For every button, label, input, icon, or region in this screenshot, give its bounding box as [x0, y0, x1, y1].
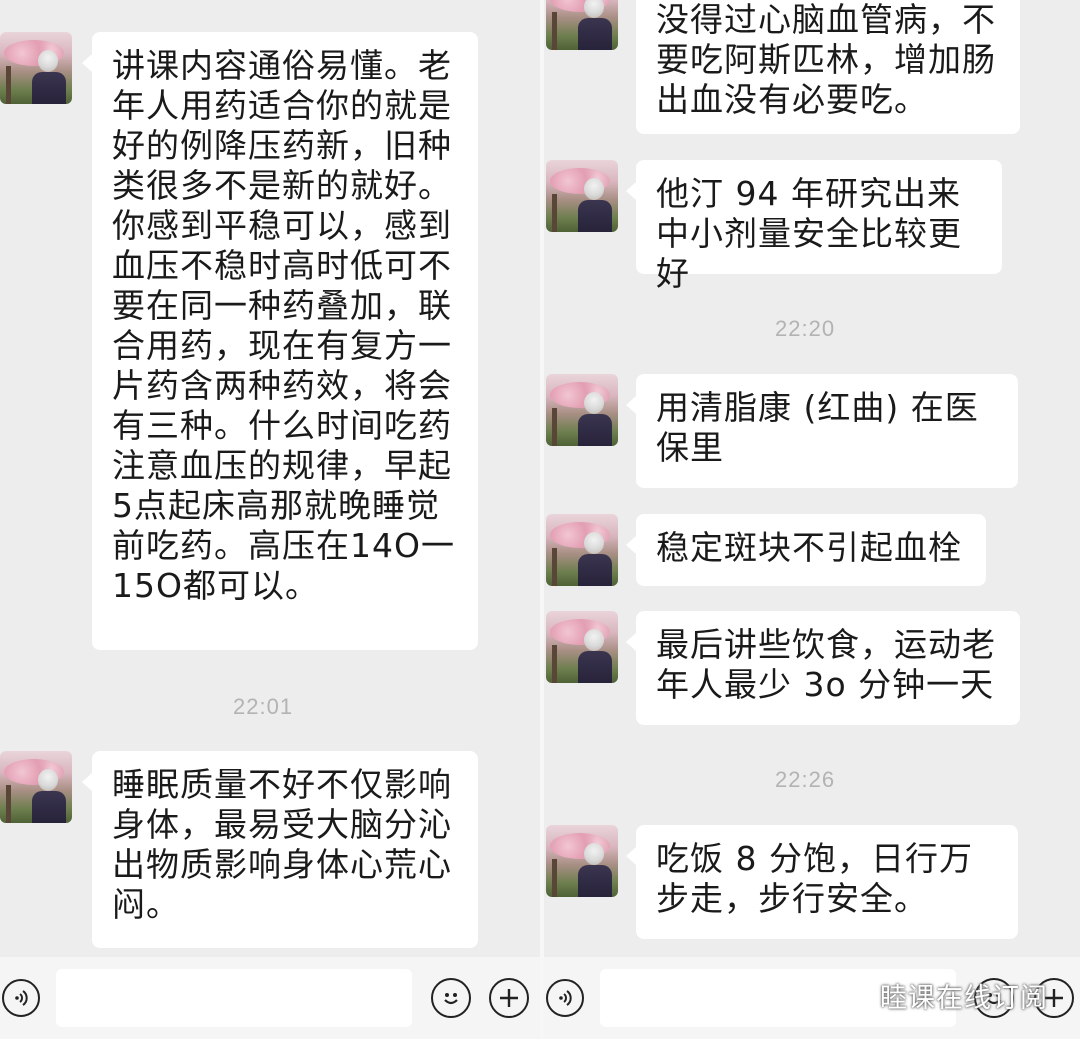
sender-avatar[interactable]: [546, 374, 618, 446]
watermark: 睦课在线订阅: [830, 976, 1048, 1015]
voice-button[interactable]: [546, 979, 584, 1017]
message-text: 睡眠质量不好不仅影响身体，最易受大脑分沁出物质影响身体心荒心闷。: [112, 765, 452, 924]
timestamp: 22:01: [233, 694, 294, 719]
timestamp: 22:26: [775, 767, 836, 792]
chat-input-bar: [0, 957, 540, 1039]
message-bubble[interactable]: 最后讲些饮食，运动老年人最少 3o 分钟一天: [626, 611, 1020, 725]
message-bubble[interactable]: 他汀 94 年研究出来中小剂量安全比较更好: [626, 160, 1002, 293]
voice-icon: [15, 990, 28, 1006]
sender-avatar[interactable]: [546, 825, 618, 897]
message-bubble[interactable]: 吃饭 8 分饱，日行万步走，步行安全。: [626, 825, 1018, 939]
left-chat-panel: 讲课内容通俗易懂。老年人用药适合你的就是好的例降压药新，旧种类很多不是新的就好。…: [0, 0, 540, 1039]
watermark-text: 睦课在线订阅: [880, 983, 1048, 1014]
voice-icon: [559, 990, 572, 1006]
voice-button[interactable]: [2, 979, 40, 1017]
message-bubble[interactable]: 稳定斑块不引起血栓: [626, 514, 986, 586]
message-bubble[interactable]: 没得过心脑血管病，不要吃阿斯匹林，增加肠出血没有必要吃。: [636, 0, 1020, 134]
message-text: 最后讲些饮食，运动老年人最少 3o 分钟一天: [656, 625, 996, 704]
message-bubble[interactable]: 睡眠质量不好不仅影响身体，最易受大脑分沁出物质影响身体心荒心闷。: [82, 751, 478, 948]
message-text: 没得过心脑血管病，不要吃阿斯匹林，增加肠出血没有必要吃。: [656, 0, 996, 119]
sender-avatar[interactable]: [546, 0, 618, 50]
sender-avatar[interactable]: [546, 160, 618, 232]
message-bubble[interactable]: 用清脂康 (红曲) 在医保里: [626, 374, 1018, 488]
plus-button[interactable]: [489, 978, 529, 1018]
message-text: 用清脂康 (红曲) 在医保里: [656, 388, 979, 467]
emoji-icon: [444, 993, 458, 1005]
plus-icon: [500, 989, 518, 1007]
sender-avatar[interactable]: [0, 32, 72, 104]
message-text: 讲课内容通俗易懂。老年人用药适合你的就是好的例降压药新，旧种类很多不是新的就好。…: [112, 46, 455, 605]
sender-avatar[interactable]: [0, 751, 72, 823]
message-text: 吃饭 8 分饱，日行万步走，步行安全。: [656, 839, 973, 918]
message-bubble[interactable]: 讲课内容通俗易懂。老年人用药适合你的就是好的例降压药新，旧种类很多不是新的就好。…: [82, 32, 478, 650]
message-input[interactable]: [56, 969, 412, 1027]
sender-avatar[interactable]: [546, 514, 618, 586]
timestamp: 22:20: [775, 316, 836, 341]
emoji-button[interactable]: [431, 978, 471, 1018]
sender-avatar[interactable]: [546, 611, 618, 683]
wechat-logo-icon: [830, 980, 871, 1011]
message-text: 他汀 94 年研究出来中小剂量安全比较更好: [656, 174, 962, 293]
right-chat-panel: 没得过心脑血管病，不要吃阿斯匹林，增加肠出血没有必要吃。 他汀 94 年研究出来…: [544, 0, 1080, 1039]
message-text: 稳定斑块不引起血栓: [656, 528, 962, 567]
